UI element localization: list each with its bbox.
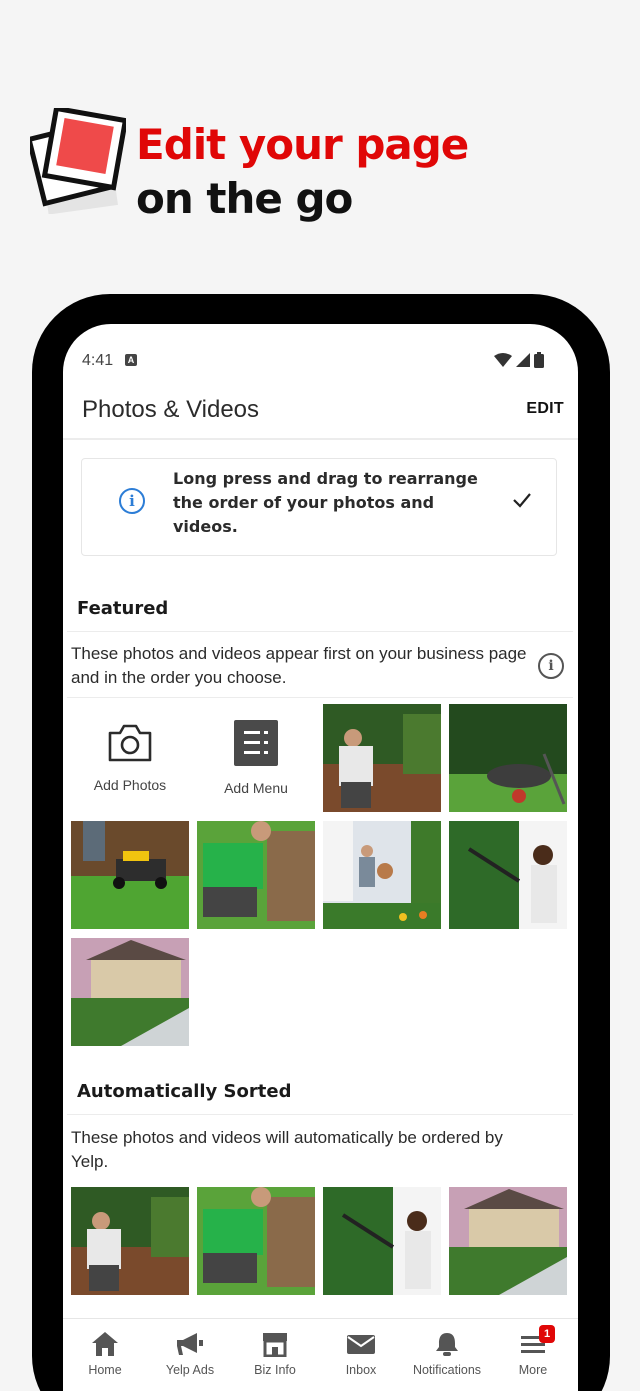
featured-info-icon[interactable]: i <box>538 653 564 679</box>
add-photos-label: Add Photos <box>93 777 167 793</box>
bell-icon <box>436 1333 458 1356</box>
tip-text: Long press and drag to rearrange the ord… <box>173 469 478 536</box>
check-icon[interactable] <box>510 488 534 512</box>
bottom-nav: Home Yelp Ads Biz Info Inbox Notificatio… <box>63 1318 578 1391</box>
signal-icon <box>516 353 530 367</box>
nav-label-inbox: Inbox <box>345 1363 377 1377</box>
featured-heading: Featured <box>77 598 169 619</box>
camera-icon <box>108 724 152 762</box>
promo-header: Edit your page on the go <box>0 0 640 290</box>
phone-screen: 4:41 A Photos & Videos EDIT i Long press… <box>63 324 578 1391</box>
status-time: 4:41 <box>82 352 114 369</box>
auto-sorted-description: These photos and videos will automatical… <box>71 1128 503 1171</box>
mail-icon <box>347 1335 375 1354</box>
photo-gardener-hedge[interactable] <box>323 704 441 812</box>
divider <box>67 1114 573 1115</box>
menu-icon <box>234 720 278 766</box>
photo-gardener-hedge[interactable] <box>71 1187 189 1295</box>
headline-line-2: on the go <box>136 174 353 223</box>
divider <box>67 697 573 698</box>
photo-laying-sod[interactable] <box>197 821 315 929</box>
featured-description: These photos and videos appear first on … <box>71 644 527 687</box>
nav-label-more: More <box>518 1363 548 1377</box>
wifi-icon <box>494 353 512 367</box>
more-notification-badge: 1 <box>539 1325 555 1343</box>
headline-line-1: Edit your page <box>136 120 469 169</box>
nav-item-yelp-ads[interactable]: Yelp Ads <box>150 1331 230 1377</box>
nav-item-biz-info[interactable]: Biz Info <box>235 1331 315 1377</box>
edit-button[interactable]: EDIT <box>526 400 564 418</box>
photos-stack-icon <box>26 105 129 215</box>
home-icon <box>92 1332 118 1356</box>
nav-label-yelp-ads: Yelp Ads <box>165 1363 215 1377</box>
tip-card: i Long press and drag to rearrange the o… <box>81 458 557 556</box>
divider <box>67 631 573 632</box>
photo-house-garden[interactable] <box>449 1187 567 1295</box>
nav-label-home: Home <box>88 1363 122 1377</box>
nav-item-notifications[interactable]: Notifications <box>407 1331 487 1377</box>
auto-sorted-heading: Automatically Sorted <box>77 1081 292 1102</box>
add-photos-button[interactable]: Add Photos <box>71 704 189 812</box>
page-title: Photos & Videos <box>82 396 260 423</box>
headline: Edit your page on the go <box>136 118 469 226</box>
photo-tree-trimming[interactable] <box>323 821 441 929</box>
nav-item-more[interactable]: 1 More <box>493 1325 573 1377</box>
nav-item-inbox[interactable]: Inbox <box>321 1331 401 1377</box>
photo-hedge-trimmer[interactable] <box>323 1187 441 1295</box>
photo-lawn-mower[interactable] <box>71 821 189 929</box>
battery-icon <box>534 352 544 368</box>
megaphone-icon <box>177 1333 203 1355</box>
info-icon: i <box>119 488 145 514</box>
nav-label-notifications: Notifications <box>412 1363 482 1377</box>
photo-hedge-trimmer[interactable] <box>449 821 567 929</box>
storefront-icon <box>263 1333 287 1357</box>
photo-laying-sod[interactable] <box>197 1187 315 1295</box>
app-bar: Photos & Videos EDIT <box>63 380 578 440</box>
add-menu-button[interactable]: Add Menu <box>197 704 315 812</box>
photo-wheelbarrow-lawn[interactable] <box>449 704 567 812</box>
nav-label-biz-info: Biz Info <box>254 1363 296 1377</box>
add-menu-label: Add Menu <box>224 780 288 796</box>
nav-item-home[interactable]: Home <box>65 1331 145 1377</box>
system-icons <box>494 352 544 368</box>
a-icon: A <box>125 354 137 366</box>
photo-house-garden[interactable] <box>71 938 189 1046</box>
